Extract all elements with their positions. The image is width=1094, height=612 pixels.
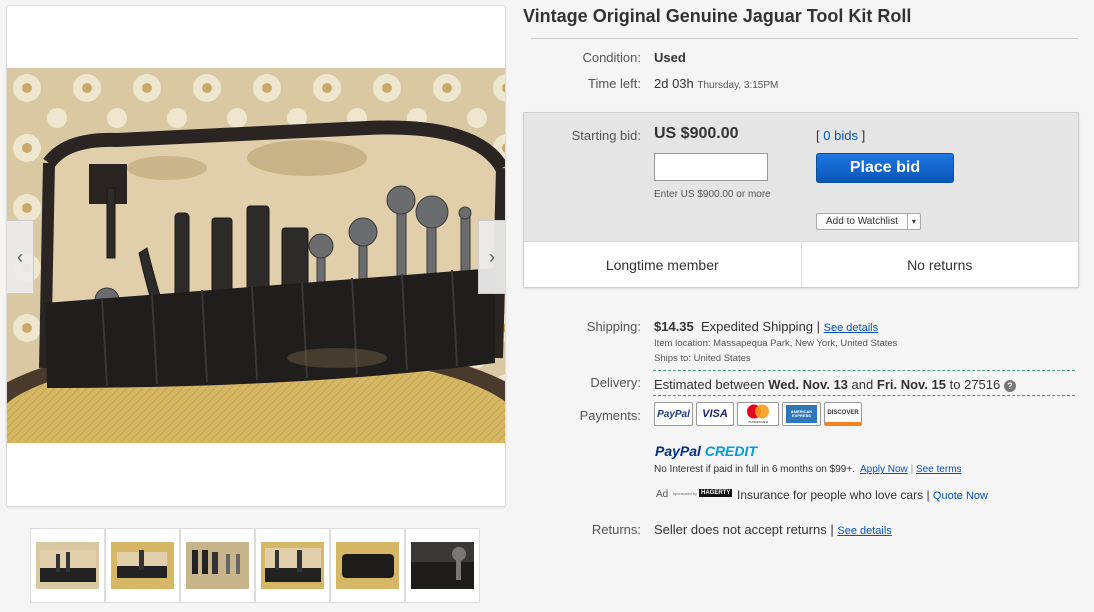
paypal-credit-text: No Interest if paid in full in 6 months … <box>654 464 855 475</box>
discover-icon: DISCOVER <box>824 402 862 426</box>
place-bid-button[interactable]: Place bid <box>816 153 954 183</box>
add-to-watchlist-button[interactable]: Add to Watchlist ▾ <box>816 213 921 230</box>
thumbnail-strip <box>30 528 480 603</box>
separator: | <box>830 522 834 537</box>
bid-count: [ 0 bids ] <box>816 128 865 143</box>
bid-hint: Enter US $900.00 or more <box>654 189 771 200</box>
ad-headline: Insurance for people who love cars <box>737 488 924 502</box>
ad-text: Insurance for people who love cars | Quo… <box>737 488 988 502</box>
time-left-value: 2d 03h Thursday, 3:15PM <box>654 76 778 91</box>
delivery-divider-top <box>653 370 1075 371</box>
thumbnail[interactable] <box>180 528 255 603</box>
mastercard-text: mastercard <box>747 419 768 424</box>
payments-label: Payments: <box>579 408 641 423</box>
separator: | <box>816 319 821 334</box>
amex-text: AMERICAN EXPRESS <box>786 405 817 423</box>
bid-count-bracket-close: ] <box>861 128 866 143</box>
thumbnail-image <box>186 542 249 589</box>
item-location: Item location: Massapequa Park, New York… <box>654 338 898 349</box>
shipping-method: Expedited Shipping <box>701 319 814 334</box>
condition-value: Used <box>654 50 686 65</box>
ad-label: Ad <box>656 489 669 500</box>
chevron-down-icon[interactable]: ▾ <box>906 214 920 229</box>
mastercard-circles <box>747 404 769 419</box>
paypal-credit-word: CREDIT <box>704 443 757 459</box>
previous-image-button[interactable]: ‹ <box>7 220 34 294</box>
time-left-duration: 2d 03h <box>654 76 694 91</box>
delivery-to-date: Fri. Nov. 15 <box>876 377 946 392</box>
tool-roll-photo <box>7 68 505 443</box>
time-left-label: Time left: <box>588 76 641 91</box>
badge-longtime-member: Longtime member <box>605 256 719 273</box>
main-product-photo[interactable] <box>7 68 505 443</box>
separator: | <box>926 488 930 502</box>
ships-to: Ships to: United States <box>654 353 751 364</box>
returns-policy: Seller does not accept returns <box>654 522 827 537</box>
thumbnail-image <box>336 542 399 589</box>
chevron-right-icon: › <box>489 246 495 267</box>
bid-panel: Starting bid: US $900.00 [ 0 bids ] Ente… <box>523 112 1079 288</box>
paypal-credit-logo: PayPal CREDIT <box>655 443 757 459</box>
thumbnail[interactable] <box>405 528 480 603</box>
hagerty-brand: HAGERTY <box>699 489 733 497</box>
badge-no-returns: No returns <box>800 242 1079 287</box>
delivery-zip[interactable]: 27516 <box>964 377 1000 392</box>
returns-label: Returns: <box>591 522 641 537</box>
thumbnail-image <box>261 542 324 589</box>
thumbnail-image <box>411 542 474 589</box>
amex-icon: AMERICAN EXPRESS <box>782 402 821 426</box>
bid-count-link[interactable]: 0 bids <box>823 128 858 143</box>
shipping-label: Shipping: <box>586 319 641 334</box>
apply-now-link[interactable]: Apply Now <box>860 464 908 475</box>
see-terms-link[interactable]: See terms <box>916 464 962 475</box>
thumbnail[interactable] <box>330 528 405 603</box>
shipping-value: $14.35 Expedited Shipping | See details <box>654 319 878 334</box>
paypal-icon: PayPal <box>654 402 693 426</box>
image-gallery: ‹ › <box>6 5 506 507</box>
shipping-price: $14.35 <box>654 319 694 334</box>
thumbnail[interactable] <box>105 528 180 603</box>
starting-bid-price: US $900.00 <box>654 125 739 142</box>
shipping-details-link[interactable]: See details <box>824 322 878 334</box>
hagerty-sponsor-text: sponsored by <box>673 490 698 496</box>
quote-now-link[interactable]: Quote Now <box>933 490 988 502</box>
thumbnail-image <box>111 542 174 589</box>
visa-icon: VISA <box>696 402 734 426</box>
mastercard-icon: mastercard <box>737 402 779 426</box>
bid-amount-input[interactable] <box>654 153 768 181</box>
starting-bid-label: Starting bid: <box>571 128 641 143</box>
next-image-button[interactable]: › <box>478 220 505 294</box>
watchlist-label: Add to Watchlist <box>826 216 898 227</box>
separator: | <box>910 464 914 475</box>
condition-label: Condition: <box>582 50 641 65</box>
bid-count-bracket-open: [ <box>816 128 820 143</box>
delivery-prefix: Estimated between <box>654 377 765 392</box>
chevron-left-icon: ‹ <box>17 246 23 267</box>
thumbnail[interactable] <box>30 528 105 603</box>
thumbnail[interactable] <box>255 528 330 603</box>
delivery-zip-prefix: to <box>949 377 961 392</box>
help-icon[interactable]: ? <box>1003 379 1016 392</box>
title-divider <box>531 38 1078 39</box>
time-left-end: Thursday, 3:15PM <box>697 80 779 91</box>
delivery-and: and <box>851 377 874 392</box>
returns-details-link[interactable]: See details <box>837 525 891 537</box>
delivery-divider-bottom <box>653 395 1075 396</box>
delivery-label: Delivery: <box>590 375 641 390</box>
returns-value: Seller does not accept returns | See det… <box>654 522 892 537</box>
paypal-credit-brand: PayPal <box>655 443 701 459</box>
paypal-credit-offer: No Interest if paid in full in 6 months … <box>654 464 962 475</box>
item-title: Vintage Original Genuine Jaguar Tool Kit… <box>523 6 912 26</box>
delivery-from-date: Wed. Nov. 13 <box>768 377 848 392</box>
hagerty-logo: sponsored by HAGERTY <box>673 487 735 499</box>
seller-badges: Longtime member No returns <box>524 241 1078 287</box>
thumbnail-image <box>36 542 99 589</box>
delivery-estimate: Estimated between Wed. Nov. 13 and Fri. … <box>654 377 1016 392</box>
